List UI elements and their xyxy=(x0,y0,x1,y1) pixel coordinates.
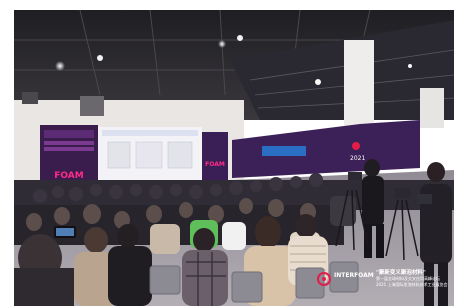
wall-vent xyxy=(22,92,38,104)
watermark-line3: 2021 上海国际发泡材料技术工业展览会 xyxy=(376,282,448,287)
center-stage-screen xyxy=(98,127,202,187)
conference-photo: FOAM FOAM 2021 xyxy=(0,0,454,306)
left-screen-logo: FOAM xyxy=(54,171,84,181)
left-stage-screen: FOAM xyxy=(40,125,98,187)
wall-vent xyxy=(80,96,104,116)
watermark-brand: INTERFOAM xyxy=(334,272,374,279)
right-panel-text: 2021 xyxy=(350,155,365,162)
right-screen-logo: FOAM xyxy=(205,161,225,168)
watermark-line1: "聚新变义聚泡材料" xyxy=(376,270,426,276)
pillar xyxy=(344,40,374,130)
pillar xyxy=(420,88,444,128)
right-small-screen: FOAM xyxy=(202,132,228,182)
